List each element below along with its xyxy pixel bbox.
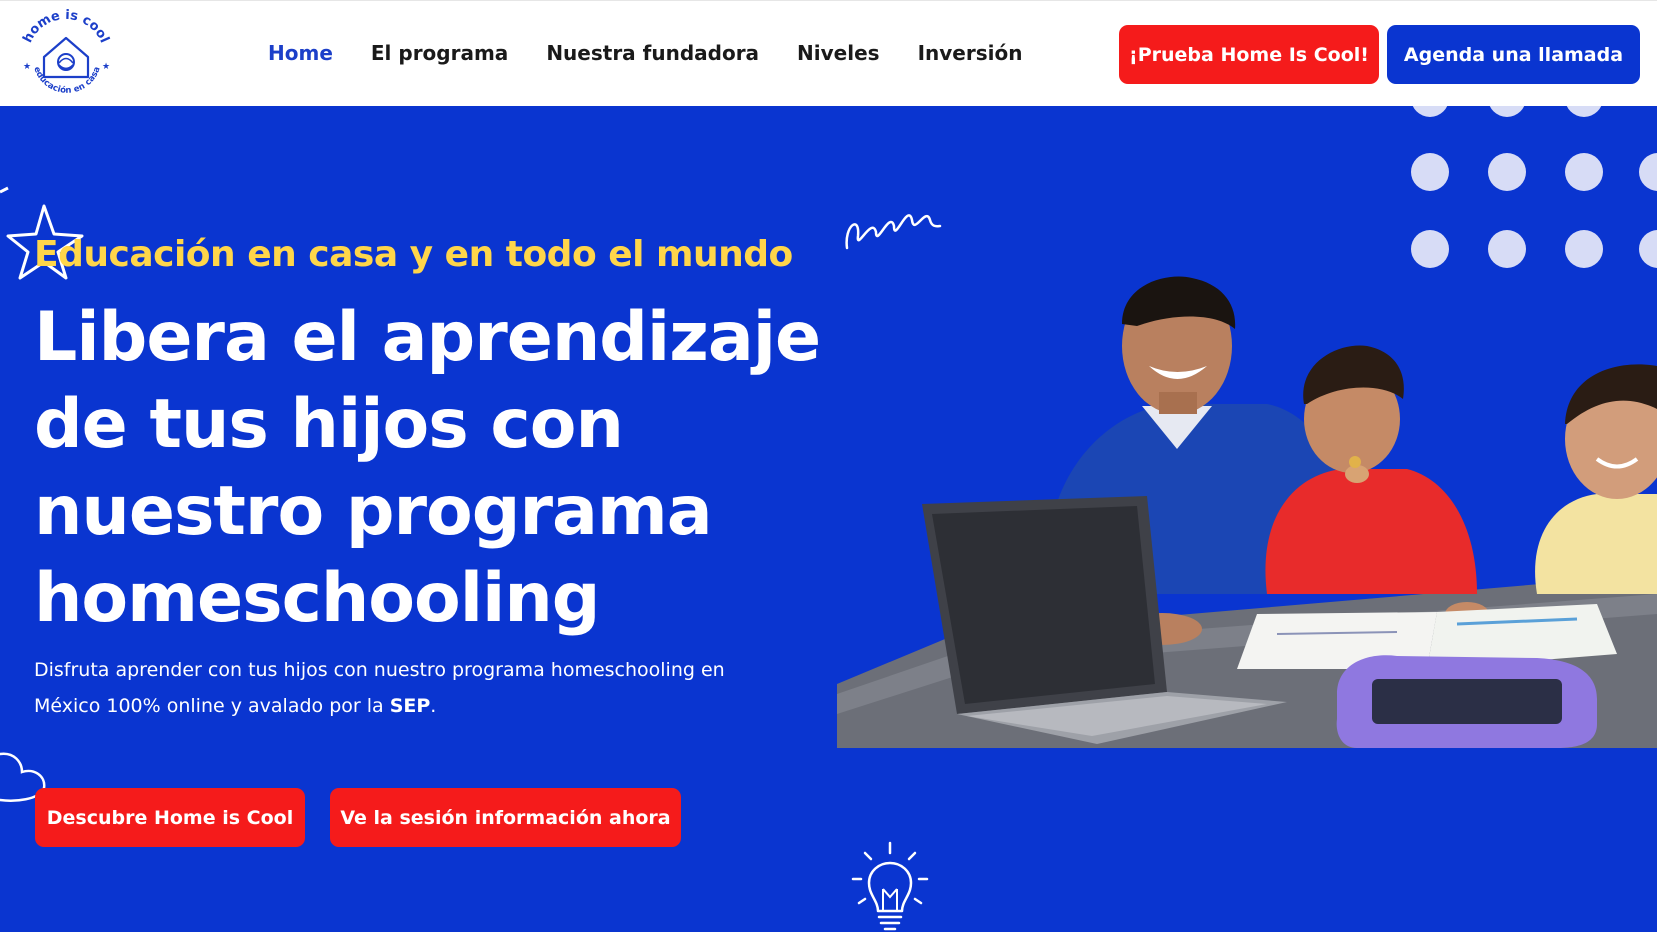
- loops-doodle-icon: [845, 214, 942, 250]
- headline-line-3: nuestro programa: [34, 472, 713, 551]
- logo-text-top: home is cool: [20, 8, 111, 45]
- svg-text:★: ★: [102, 62, 110, 72]
- nav-item-home[interactable]: Home: [268, 41, 333, 65]
- svg-text:★: ★: [23, 62, 31, 72]
- home-logo-icon[interactable]: home is cool educación en casa ★ ★: [14, 5, 118, 103]
- headline-line-1: Libera el aprendizaje: [34, 298, 821, 377]
- site-header: home is cool educación en casa ★ ★ Home …: [0, 0, 1657, 106]
- nav-item-el-programa[interactable]: El programa: [371, 41, 508, 65]
- lightbulb-doodle-icon: [851, 841, 929, 931]
- hero-description: Disfruta aprender con tus hijos con nues…: [34, 652, 774, 724]
- hero-headline: Libera el aprendizaje de tus hijos con n…: [34, 294, 834, 642]
- svg-text:home is cool: home is cool: [20, 8, 111, 45]
- dot-grid-decoration: [1411, 106, 1657, 268]
- nav-item-inversion[interactable]: Inversión: [918, 41, 1023, 65]
- headline-line-4: homeschooling: [34, 559, 600, 638]
- main-nav: Home El programa Nuestra fundadora Nivel…: [268, 41, 1060, 65]
- hero-section: Educación en casa y en todo el mundo Lib…: [0, 106, 1657, 932]
- watch-info-session-button[interactable]: Ve la sesión información ahora: [330, 788, 681, 847]
- nav-item-nuestra-fundadora[interactable]: Nuestra fundadora: [546, 41, 759, 65]
- nav-item-niveles[interactable]: Niveles: [797, 41, 880, 65]
- hero-family-photo: [837, 276, 1657, 748]
- description-text: Disfruta aprender con tus hijos con nues…: [34, 659, 725, 717]
- description-end: .: [430, 695, 437, 717]
- headline-line-2: de tus hijos con: [34, 385, 624, 464]
- discover-home-is-cool-button[interactable]: Descubre Home is Cool: [35, 788, 305, 847]
- hero-kicker: Educación en casa y en todo el mundo: [34, 234, 793, 275]
- try-home-is-cool-button[interactable]: ¡Prueba Home Is Cool!: [1119, 25, 1379, 84]
- schedule-call-button[interactable]: Agenda una llamada: [1387, 25, 1640, 84]
- description-sep: SEP: [389, 695, 431, 717]
